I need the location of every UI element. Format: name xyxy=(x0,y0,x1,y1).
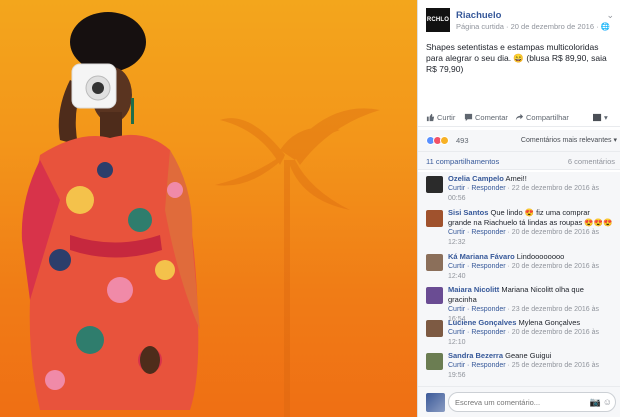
globe-icon: 🌐 xyxy=(600,22,610,31)
comment-list: Ozelia Campelo Amei!! Curtir · Responder… xyxy=(418,172,620,386)
comment-meta: Curtir · Responder · 22 de dezembro de 2… xyxy=(448,184,614,204)
emoji-icon[interactable]: ☺ xyxy=(603,397,612,407)
post-photo[interactable] xyxy=(0,0,417,417)
commenter-avatar[interactable] xyxy=(426,287,443,304)
commenter-avatar[interactable] xyxy=(426,210,443,227)
post-meta: Página curtida · 20 de dezembro de 2016 … xyxy=(456,22,610,31)
share-button[interactable]: Compartilhar xyxy=(515,113,569,122)
comment-body: Ká Mariana Fávaro Lindoooooooo Curtir · … xyxy=(448,252,614,282)
options-chevron-icon[interactable]: ⌄ xyxy=(606,10,614,21)
post-sidebar: RCHLO Riachuelo Página curtida · 20 de d… xyxy=(417,0,620,417)
palm-shadow xyxy=(215,108,380,417)
commenter-avatar[interactable] xyxy=(426,353,443,370)
comment-actions[interactable]: Curtir · Responder xyxy=(448,306,506,313)
commenter-name[interactable]: Ká Mariana Fávaro xyxy=(448,252,515,261)
comment-button[interactable]: Comentar xyxy=(464,113,508,122)
model-photo-illustration xyxy=(21,12,380,417)
page-avatar-small-icon xyxy=(593,113,602,122)
comment-meta: Curtir · Responder · 25 de dezembro de 2… xyxy=(448,361,614,381)
comment-body: Luciene Gonçalves Mylena Gonçalves Curti… xyxy=(448,318,614,348)
comment-label: Comentar xyxy=(475,113,508,122)
commenter-avatar[interactable] xyxy=(426,176,443,193)
commenter-avatar[interactable] xyxy=(426,254,443,271)
reaction-icons[interactable] xyxy=(426,135,449,147)
comment-actions[interactable]: Curtir · Responder xyxy=(448,229,506,236)
comment-body: Sandra Bezerra Geane Guigui Curtir · Res… xyxy=(448,351,614,381)
wow-reaction-icon xyxy=(440,136,449,146)
post-meta-text: Página curtida · 20 de dezembro de 2016 … xyxy=(456,22,599,31)
post-header: RCHLO Riachuelo Página curtida · 20 de d… xyxy=(426,8,616,36)
comment-actions[interactable]: Curtir · Responder xyxy=(448,263,506,270)
reaction-count[interactable]: 493 xyxy=(456,136,469,145)
comment-actions[interactable]: Curtir · Responder xyxy=(448,185,506,192)
reactions-row: 493 Comentários mais relevantes ▾ xyxy=(418,130,620,152)
commenter-name[interactable]: Sandra Bezerra xyxy=(448,351,503,360)
comment-icon xyxy=(464,113,473,122)
comment-sort-dropdown[interactable]: Comentários mais relevantes ▾ xyxy=(521,136,617,144)
facebook-photo-viewer: RCHLO Riachuelo Página curtida · 20 de d… xyxy=(0,0,620,417)
stats-row: 11 compartilhamentos 6 comentários xyxy=(418,152,620,170)
comment-body: Ozelia Campelo Amei!! Curtir · Responder… xyxy=(448,174,614,204)
share-as-chevron-icon: ▾ xyxy=(604,113,608,122)
share-label: Compartilhar xyxy=(526,113,569,122)
post-caption: Shapes setentistas e estampas multicolor… xyxy=(426,42,607,74)
page-avatar[interactable]: RCHLO xyxy=(426,8,450,32)
comment-composer: 📷 ☺ xyxy=(418,386,620,417)
comment-text: Geane Guigui xyxy=(503,351,552,360)
comment-actions[interactable]: Curtir · Responder xyxy=(448,329,506,336)
comment-actions[interactable]: Curtir · Responder xyxy=(448,362,506,369)
page-name-link[interactable]: Riachuelo xyxy=(456,10,501,21)
share-arrow-icon xyxy=(515,113,524,121)
comment-meta: Curtir · Responder · 20 de dezembro de 2… xyxy=(448,228,614,248)
comment-meta: Curtir · Responder · 20 de dezembro de 2… xyxy=(448,262,614,282)
share-as-selector[interactable]: ▾ xyxy=(593,113,608,122)
post-actions-bar: Curtir Comentar Compartilhar ▾ xyxy=(418,111,620,127)
comment-text: Lindoooooooo xyxy=(514,252,565,261)
commenter-name[interactable]: Ozelia Campelo xyxy=(448,174,504,183)
comments-count: 6 comentários xyxy=(567,157,615,166)
comment-meta: Curtir · Responder · 20 de dezembro de 2… xyxy=(448,328,614,348)
comment-text: Amei!! xyxy=(503,174,527,183)
like-button[interactable]: Curtir xyxy=(426,113,455,122)
thumbs-up-icon xyxy=(426,113,435,122)
camera-icon[interactable]: 📷 xyxy=(590,397,601,408)
commenter-avatar[interactable] xyxy=(426,320,443,337)
commenter-name[interactable]: Luciene Gonçalves xyxy=(448,318,516,327)
commenter-name[interactable]: Maiara Nicolitt xyxy=(448,285,499,294)
commenter-name[interactable]: Sisi Santos xyxy=(448,208,488,217)
comment-body: Sisi Santos Que lindo 😍 fiz uma comprar … xyxy=(448,208,614,248)
comment-text: Mylena Gonçalves xyxy=(516,318,581,327)
shares-count-link[interactable]: 11 compartilhamentos xyxy=(426,157,499,166)
like-label: Curtir xyxy=(437,113,456,122)
current-user-avatar xyxy=(426,393,445,412)
